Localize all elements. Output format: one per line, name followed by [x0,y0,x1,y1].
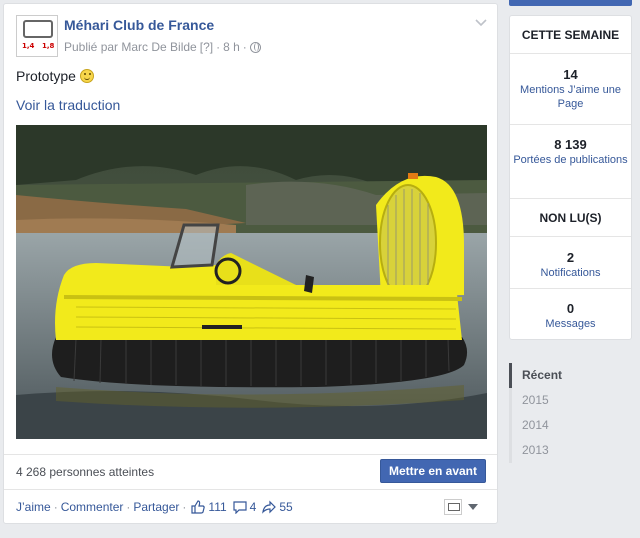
share-arrow-icon[interactable] [262,500,277,514]
meta-separator: · [216,40,221,54]
stat-label[interactable]: Portées de publications [510,153,631,167]
like-count[interactable]: 111 [208,500,226,514]
caret-down-icon [468,504,478,510]
this-week-heading: CETTE SEMAINE [510,16,631,54]
unread-heading: NON LU(S) [510,199,631,237]
page-mini-avatar [444,499,462,515]
timeline-nav: Récent 2015 2014 2013 [509,363,632,463]
timeline-item-2014[interactable]: 2014 [509,413,632,438]
stat-label[interactable]: Mentions J’aime une Page [510,83,631,111]
page-avatar[interactable]: 1,4 1,8 [16,15,58,57]
action-separator: · [182,500,187,514]
timeline-item-2013[interactable]: 2013 [509,438,632,463]
timeline-item-2015[interactable]: 2015 [509,388,632,413]
post-time[interactable]: 8 h [223,40,240,54]
post-text: Prototype [16,68,94,84]
avatar-number-right: 1,8 [42,42,55,50]
reach-count[interactable]: 4 268 personnes atteintes [16,465,154,479]
action-separator: · [126,500,131,514]
globe-icon[interactable] [249,41,261,53]
page-likes-stat[interactable]: 14 Mentions J’aime une Page [510,54,631,125]
notifications-stat[interactable]: 2 Notifications [510,237,631,289]
comment-icon[interactable] [233,500,247,514]
comment-count[interactable]: 4 [250,500,257,514]
avatar-number-left: 1,4 [22,42,35,50]
like-link[interactable]: J’aime [16,500,51,514]
action-line: J’aime · Commenter · Partager · 111 4 55 [16,500,297,514]
comment-link[interactable]: Commenter [61,500,124,514]
post-card: 1,4 1,8 Méhari Club de France Publié par… [3,3,498,524]
car-logo-icon [23,20,53,38]
help-link[interactable]: [?] [200,40,213,54]
stat-value: 8 139 [554,137,587,152]
post-actions: J’aime · Commenter · Partager · 111 4 55 [4,489,497,525]
timeline-item-recent[interactable]: Récent [509,363,632,388]
post-text-content: Prototype [16,68,76,84]
stat-value: 14 [563,67,578,82]
action-separator: · [53,500,58,514]
meta-separator: · [242,40,247,54]
stat-label[interactable]: Notifications [510,266,631,280]
messages-stat[interactable]: 0 Messages [510,289,631,339]
hovercraft-photo [16,125,487,439]
smile-emoji-icon [79,69,94,83]
share-link[interactable]: Partager [133,500,179,514]
stat-value: 0 [566,301,575,316]
posting-as-selector[interactable] [444,499,478,515]
post-photo[interactable] [16,125,487,439]
post-reach-stat[interactable]: 8 139 Portées de publications [510,125,631,199]
boost-post-button[interactable]: Mettre en avant [380,459,486,483]
reach-row: 4 268 personnes atteintes Mettre en avan… [4,454,497,488]
thumbs-up-icon[interactable] [191,500,206,514]
translate-link[interactable]: Voir la traduction [16,97,120,113]
stat-value: 2 [566,250,575,265]
sidebar-top-bar [509,0,632,6]
stat-label[interactable]: Messages [510,317,631,331]
weekly-stats-panel: CETTE SEMAINE 14 Mentions J’aime une Pag… [509,15,632,340]
share-count[interactable]: 55 [279,500,292,514]
page-name-link[interactable]: Méhari Club de France [64,17,214,33]
chevron-down-icon[interactable] [474,18,488,28]
post-meta: Publié par Marc De Bilde [?] · 8 h · [64,40,261,54]
published-by[interactable]: Publié par Marc De Bilde [64,40,197,54]
